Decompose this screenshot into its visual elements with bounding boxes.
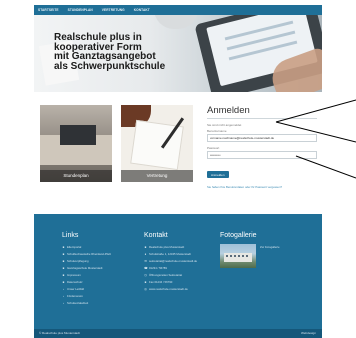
- webdesign-credit[interactable]: Webdesign: [301, 329, 316, 338]
- login-title: Anmelden: [207, 105, 250, 116]
- footer-link-text: Schulbuchausleihe Rheinland-Pfalz: [67, 252, 112, 256]
- password-input[interactable]: ••••••••••: [207, 151, 317, 159]
- tile-vertretung[interactable]: Vertretung: [121, 105, 193, 182]
- footer-link[interactable]: ■ Datenschutz: [62, 279, 111, 286]
- list-icon: ■: [62, 245, 65, 249]
- username-label: Benutzername: [207, 128, 227, 133]
- contact-text: Öffnungszeiten Sekretariat: [149, 273, 183, 277]
- tile-caption-vertretung: Vertretung: [121, 170, 193, 182]
- contact-text: Schulstraße 1, 12345 Musterstadt: [149, 252, 191, 256]
- tile-stundenplan[interactable]: Stundenplan: [40, 105, 112, 182]
- footer: Links ■ Elternportal ■ Schulbuchausleihe R…: [34, 214, 322, 329]
- footer-links-heading: Links: [62, 232, 79, 239]
- nav-item-stundenplan[interactable]: STUNDENPLAN: [68, 8, 93, 12]
- chevron-right-icon: ›: [63, 287, 64, 291]
- footer-link-text: Unser Leitbild: [67, 287, 85, 291]
- footer-link-text: Impressum: [67, 273, 81, 277]
- clock-icon: ◷: [144, 273, 147, 277]
- globe-icon: ◎: [144, 287, 147, 291]
- footer-gallery-column: Fotogallerie Zur Fotogallerie: [220, 232, 280, 268]
- login-button[interactable]: Anmelden: [207, 171, 229, 178]
- footer-link-text: Datenschutz: [67, 280, 83, 284]
- login-divider: [207, 118, 317, 119]
- contact-text: www.realschule-musterstadt.de: [149, 287, 188, 291]
- copyright-bar: © Realschule plus Musterstadt Webdesign: [34, 329, 322, 338]
- building-icon: ■: [144, 245, 147, 249]
- list-icon: ■: [62, 259, 65, 263]
- chevron-right-icon: ›: [63, 301, 64, 305]
- main-content: Stundenplan Vertretung Anmelden Sie sind…: [34, 92, 322, 214]
- footer-link[interactable]: ■ Impressum: [62, 272, 111, 279]
- contact-text: 01234 / 56789: [149, 266, 167, 270]
- footer-link[interactable]: ■ Schulverpflegung: [62, 258, 111, 265]
- list-icon: ■: [62, 252, 65, 256]
- footer-link-text: Förderverein: [67, 294, 83, 298]
- contact-item[interactable]: ✉ sekretariat@realschule-musterstadt.de: [144, 258, 197, 265]
- footer-link[interactable]: ■ Ganztagsschule Musterstadt: [62, 265, 111, 272]
- gallery-link[interactable]: Zur Fotogallerie: [260, 245, 280, 249]
- login-status: Sie sind nicht angemeldet: [207, 123, 242, 127]
- nav-item-kontakt[interactable]: KONTAKT: [134, 8, 150, 12]
- contact-text: Fax 01234 / 56790: [149, 280, 173, 284]
- hero-banner: Realschule plus in kooperativer Form mit…: [34, 15, 322, 92]
- tile-caption-stundenplan: Stundenplan: [40, 170, 112, 182]
- top-navigation: STARTSEITE STUNDENPLAN VERTRETUNG KONTAK…: [34, 5, 322, 15]
- footer-link[interactable]: › Schulsozialarbeit: [62, 300, 111, 307]
- hero-title-line: als Schwerpunktschule: [54, 60, 166, 72]
- contact-item: ■ Fax 01234 / 56790: [144, 279, 197, 286]
- footer-link-text: Schulverpflegung: [67, 259, 89, 263]
- footer-link[interactable]: ■ Elternportal: [62, 244, 111, 251]
- tile-image-laptop: [60, 125, 96, 145]
- footer-link[interactable]: › Förderverein: [62, 293, 111, 300]
- contact-item: ☎ 01234 / 56789: [144, 265, 197, 272]
- chevron-right-icon: ›: [63, 294, 64, 298]
- username-input[interactable]: vorname.nachname@realschule-musterstadt.…: [207, 134, 317, 142]
- footer-link-text: Ganztagsschule Musterstadt: [67, 266, 103, 270]
- password-label: Passwort: [207, 145, 220, 150]
- list-icon: ■: [62, 266, 65, 270]
- phone-icon: ☎: [144, 266, 148, 270]
- nav-item-vertretung[interactable]: VERTRETUNG: [102, 8, 125, 12]
- copyright-text: © Realschule plus Musterstadt: [39, 331, 80, 335]
- school-windows-image: [226, 255, 250, 257]
- footer-link[interactable]: ■ Schulbuchausleihe Rheinland-Pfalz: [62, 251, 111, 258]
- contact-text: sekretariat@realschule-musterstadt.de: [149, 259, 198, 263]
- map-marker-icon: ●: [144, 252, 147, 256]
- hero-title: Realschule plus in kooperativer Form mit…: [54, 33, 204, 71]
- browser-page: STARTSEITE STUNDENPLAN VERTRETUNG KONTAK…: [34, 5, 322, 338]
- footer-gallery-heading: Fotogallerie: [220, 232, 257, 239]
- contact-item: ● Schulstraße 1, 12345 Musterstadt: [144, 251, 197, 258]
- footer-links-column: Links ■ Elternportal ■ Schulbuchausleihe R…: [62, 232, 111, 307]
- contact-item: ■ Realschule plus Musterstadt: [144, 244, 197, 251]
- footer-contact-column: Kontakt ■ Realschule plus Musterstadt ● Sc…: [144, 232, 197, 293]
- envelope-icon: ✉: [144, 259, 147, 263]
- forgot-password-link[interactable]: Sie haben Ihre Benutzerdaten oder Ihr Pa…: [207, 185, 317, 189]
- list-icon: ■: [62, 273, 65, 277]
- contact-item: ◷ Öffnungszeiten Sekretariat: [144, 272, 197, 279]
- list-icon: ■: [62, 280, 65, 284]
- contact-text: Realschule plus Musterstadt: [149, 245, 185, 249]
- footer-link-text: Schulsozialarbeit: [67, 301, 89, 305]
- login-form: Anmelden Sie sind nicht angemeldet Benut…: [207, 105, 317, 189]
- contact-item[interactable]: ◎ www.realschule-musterstadt.de: [144, 286, 197, 293]
- footer-contact-heading: Kontakt: [144, 232, 168, 239]
- nav-item-startseite[interactable]: STARTSEITE: [38, 8, 59, 12]
- footer-link[interactable]: › Unser Leitbild: [62, 286, 111, 293]
- fax-icon: ■: [144, 280, 147, 284]
- footer-link-text: Elternportal: [67, 245, 82, 249]
- gallery-thumbnail[interactable]: [220, 244, 256, 268]
